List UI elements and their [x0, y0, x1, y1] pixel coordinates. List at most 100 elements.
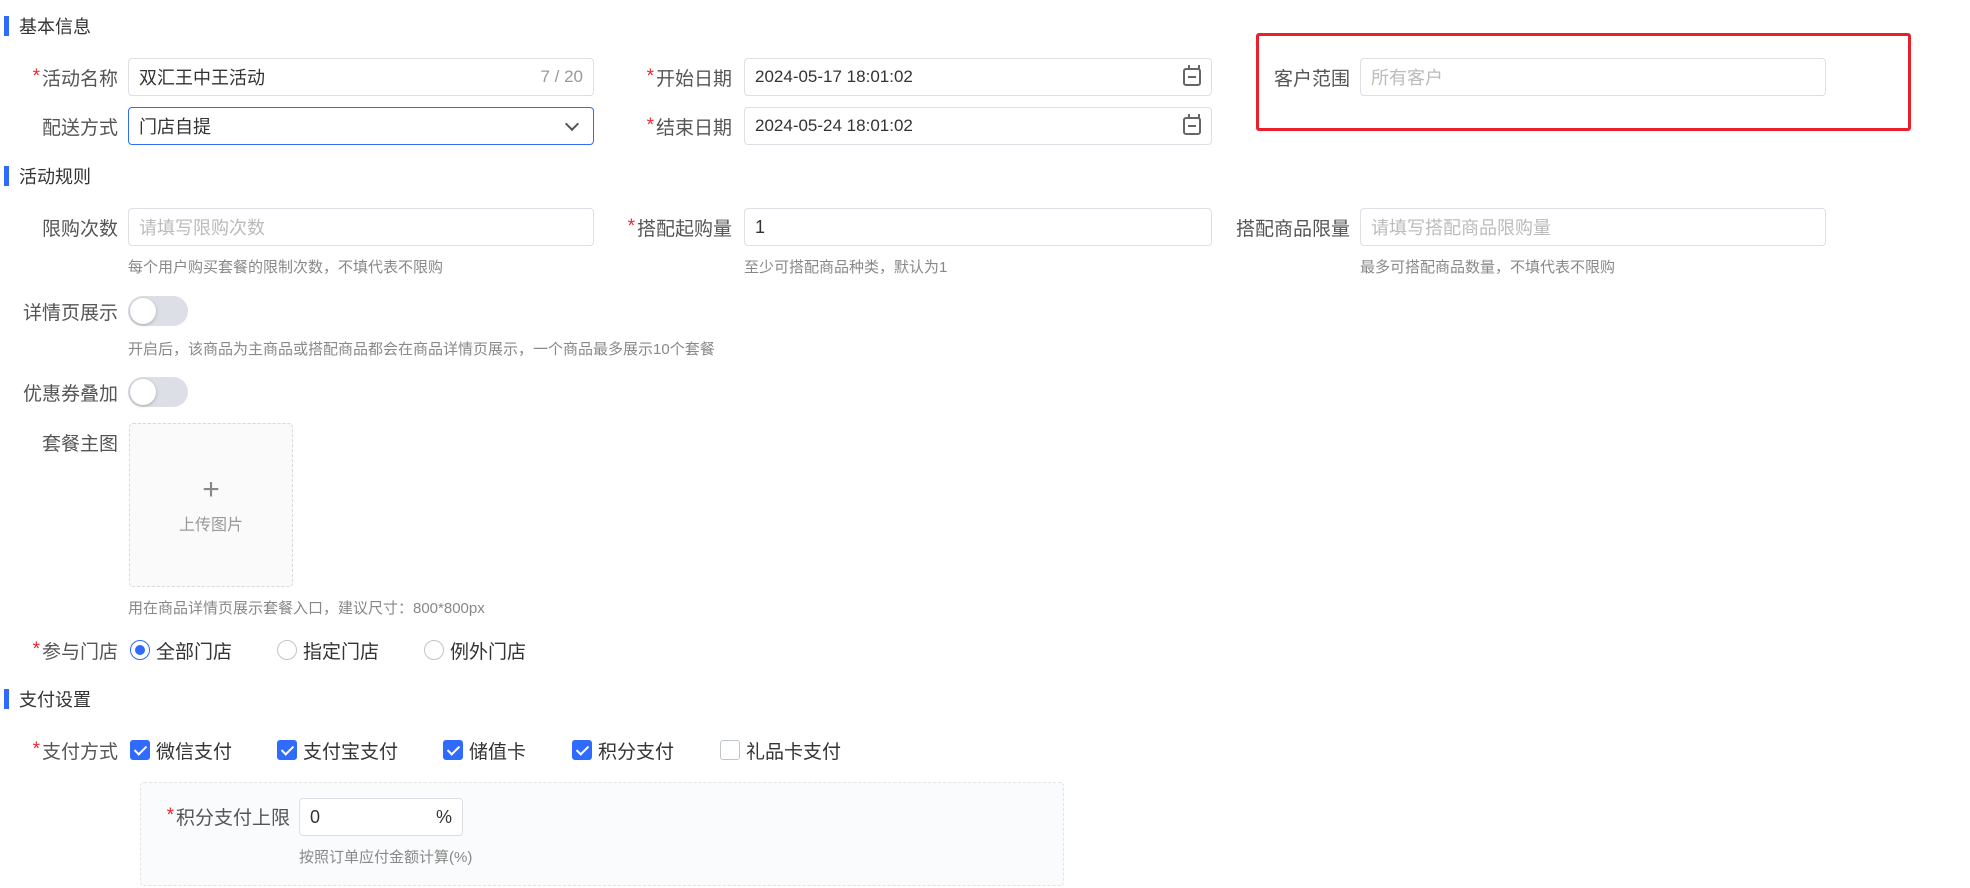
radio-button[interactable]	[130, 640, 150, 660]
checkbox[interactable]	[720, 740, 740, 760]
char-counter: 7 / 20	[540, 67, 583, 86]
radio-button[interactable]	[277, 640, 297, 660]
main-image-hint: 用在商品详情页展示套餐入口，建议尺寸：800*800px	[128, 600, 485, 617]
required-mark: *	[32, 66, 40, 87]
section-basic-title: 基本信息	[19, 17, 91, 37]
activity-name-input[interactable]: 双汇王中王活动 7 / 20	[128, 58, 594, 96]
radio-excluded-stores[interactable]: 例外门店	[424, 635, 526, 665]
switch-knob	[130, 298, 156, 324]
coupon-stack-switch[interactable]	[128, 377, 188, 407]
required-mark: *	[166, 805, 174, 826]
start-date-value: 2024-05-17 18:01:02	[755, 67, 913, 86]
limit-times-placeholder: 请填写限购次数	[139, 218, 265, 238]
section-activity-rules: 活动规则	[0, 164, 91, 188]
radio-specified-stores[interactable]: 指定门店	[277, 635, 379, 665]
end-date-label: * 结束日期	[620, 107, 732, 145]
checkbox-label: 储值卡	[469, 741, 527, 763]
checkbox-label: 支付宝支付	[303, 741, 399, 763]
section-bar	[4, 689, 9, 709]
section-rules-title: 活动规则	[19, 167, 91, 187]
limit-times-label-text: 限购次数	[41, 218, 118, 240]
checkbox-gift-card-pay[interactable]: 礼品卡支付	[720, 735, 841, 765]
points-limit-input[interactable]: 0 %	[299, 798, 463, 836]
detail-show-label-text: 详情页展示	[22, 302, 118, 324]
required-mark: *	[32, 739, 40, 760]
calendar-icon	[1183, 114, 1201, 135]
checkbox[interactable]	[130, 740, 150, 760]
min-bundle-input[interactable]: 1	[744, 208, 1212, 246]
end-date-picker[interactable]: 2024-05-24 18:01:02	[744, 107, 1212, 145]
required-mark: *	[32, 639, 40, 660]
delivery-select[interactable]: 门店自提	[128, 107, 594, 145]
section-bar	[4, 166, 9, 186]
min-bundle-value: 1	[755, 216, 766, 237]
upload-text: 上传图片	[178, 517, 243, 534]
required-mark: *	[646, 66, 654, 87]
checkbox-label: 微信支付	[156, 741, 233, 763]
payment-methods-label: * 支付方式	[10, 731, 118, 769]
activity-name-value: 双汇王中王活动	[139, 68, 265, 88]
points-limit-hint: 按照订单应付金额计算(%)	[299, 849, 473, 866]
limit-times-input[interactable]: 请填写限购次数	[128, 208, 594, 246]
end-date-value: 2024-05-24 18:01:02	[755, 116, 913, 135]
checkbox[interactable]	[277, 740, 297, 760]
switch-knob	[130, 379, 156, 405]
checkbox-stored-value-card[interactable]: 储值卡	[443, 735, 526, 765]
bundle-limit-label-text: 搭配商品限量	[1235, 218, 1350, 240]
detail-show-switch[interactable]	[128, 296, 188, 326]
min-bundle-label-text: 搭配起购量	[636, 218, 732, 240]
image-upload-box[interactable]: + 上传图片	[129, 423, 293, 587]
checkbox-alipay[interactable]: 支付宝支付	[277, 735, 398, 765]
radio-label: 例外门店	[450, 641, 527, 663]
highlight-box	[1256, 33, 1911, 131]
coupon-stack-label-text: 优惠券叠加	[22, 383, 118, 405]
plus-icon: +	[202, 473, 220, 506]
checkbox[interactable]	[572, 740, 592, 760]
checkbox[interactable]	[443, 740, 463, 760]
points-limit-value: 0	[310, 806, 321, 827]
points-limit-label: * 积分支付上限	[150, 797, 290, 835]
limit-times-hint: 每个用户购买套餐的限制次数，不填代表不限购	[128, 259, 444, 276]
percent-unit: %	[435, 806, 452, 827]
bundle-limit-input[interactable]: 请填写搭配商品限购量	[1360, 208, 1826, 246]
bundle-limit-hint: 最多可搭配商品数量，不填代表不限购	[1360, 259, 1616, 276]
limit-times-label: 限购次数	[20, 208, 118, 246]
start-date-label-text: 开始日期	[655, 68, 732, 90]
bundle-limit-label: 搭配商品限量	[1220, 208, 1350, 246]
radio-label: 全部门店	[156, 641, 233, 663]
detail-show-label: 详情页展示	[10, 292, 118, 330]
delivery-label: 配送方式	[20, 107, 118, 145]
checkbox-wechat-pay[interactable]: 微信支付	[130, 735, 232, 765]
activity-name-label-text: 活动名称	[41, 68, 118, 90]
min-bundle-label: * 搭配起购量	[600, 208, 732, 246]
stores-label-text: 参与门店	[41, 641, 118, 663]
section-payment-title: 支付设置	[19, 690, 91, 710]
radio-all-stores[interactable]: 全部门店	[130, 635, 232, 665]
end-date-label-text: 结束日期	[655, 117, 732, 139]
coupon-stack-label: 优惠券叠加	[10, 373, 118, 411]
start-date-picker[interactable]: 2024-05-17 18:01:02	[744, 58, 1212, 96]
bundle-limit-placeholder: 请填写搭配商品限购量	[1371, 218, 1551, 238]
points-limit-label-text: 积分支付上限	[175, 807, 290, 829]
radio-label: 指定门店	[303, 641, 380, 663]
radio-button[interactable]	[424, 640, 444, 660]
stores-label: * 参与门店	[10, 631, 118, 669]
main-image-label: 套餐主图	[10, 423, 118, 461]
checkbox-label: 礼品卡支付	[746, 741, 842, 763]
activity-name-label: * 活动名称	[20, 58, 118, 96]
detail-show-hint: 开启后，该商品为主商品或搭配商品都会在商品详情页展示，一个商品最多展示10个套餐	[128, 341, 715, 358]
delivery-value: 门店自提	[139, 117, 211, 137]
calendar-icon	[1183, 65, 1201, 86]
section-basic-info: 基本信息	[0, 14, 91, 38]
checkbox-points-pay[interactable]: 积分支付	[572, 735, 674, 765]
section-bar	[4, 16, 9, 36]
section-payment-settings: 支付设置	[0, 687, 91, 711]
payment-methods-label-text: 支付方式	[41, 741, 118, 763]
main-image-label-text: 套餐主图	[41, 433, 118, 455]
required-mark: *	[627, 216, 635, 237]
chevron-down-icon	[564, 116, 580, 131]
start-date-label: * 开始日期	[620, 58, 732, 96]
delivery-label-text: 配送方式	[41, 117, 118, 139]
required-mark: *	[646, 115, 654, 136]
min-bundle-hint: 至少可搭配商品种类，默认为1	[744, 259, 948, 276]
